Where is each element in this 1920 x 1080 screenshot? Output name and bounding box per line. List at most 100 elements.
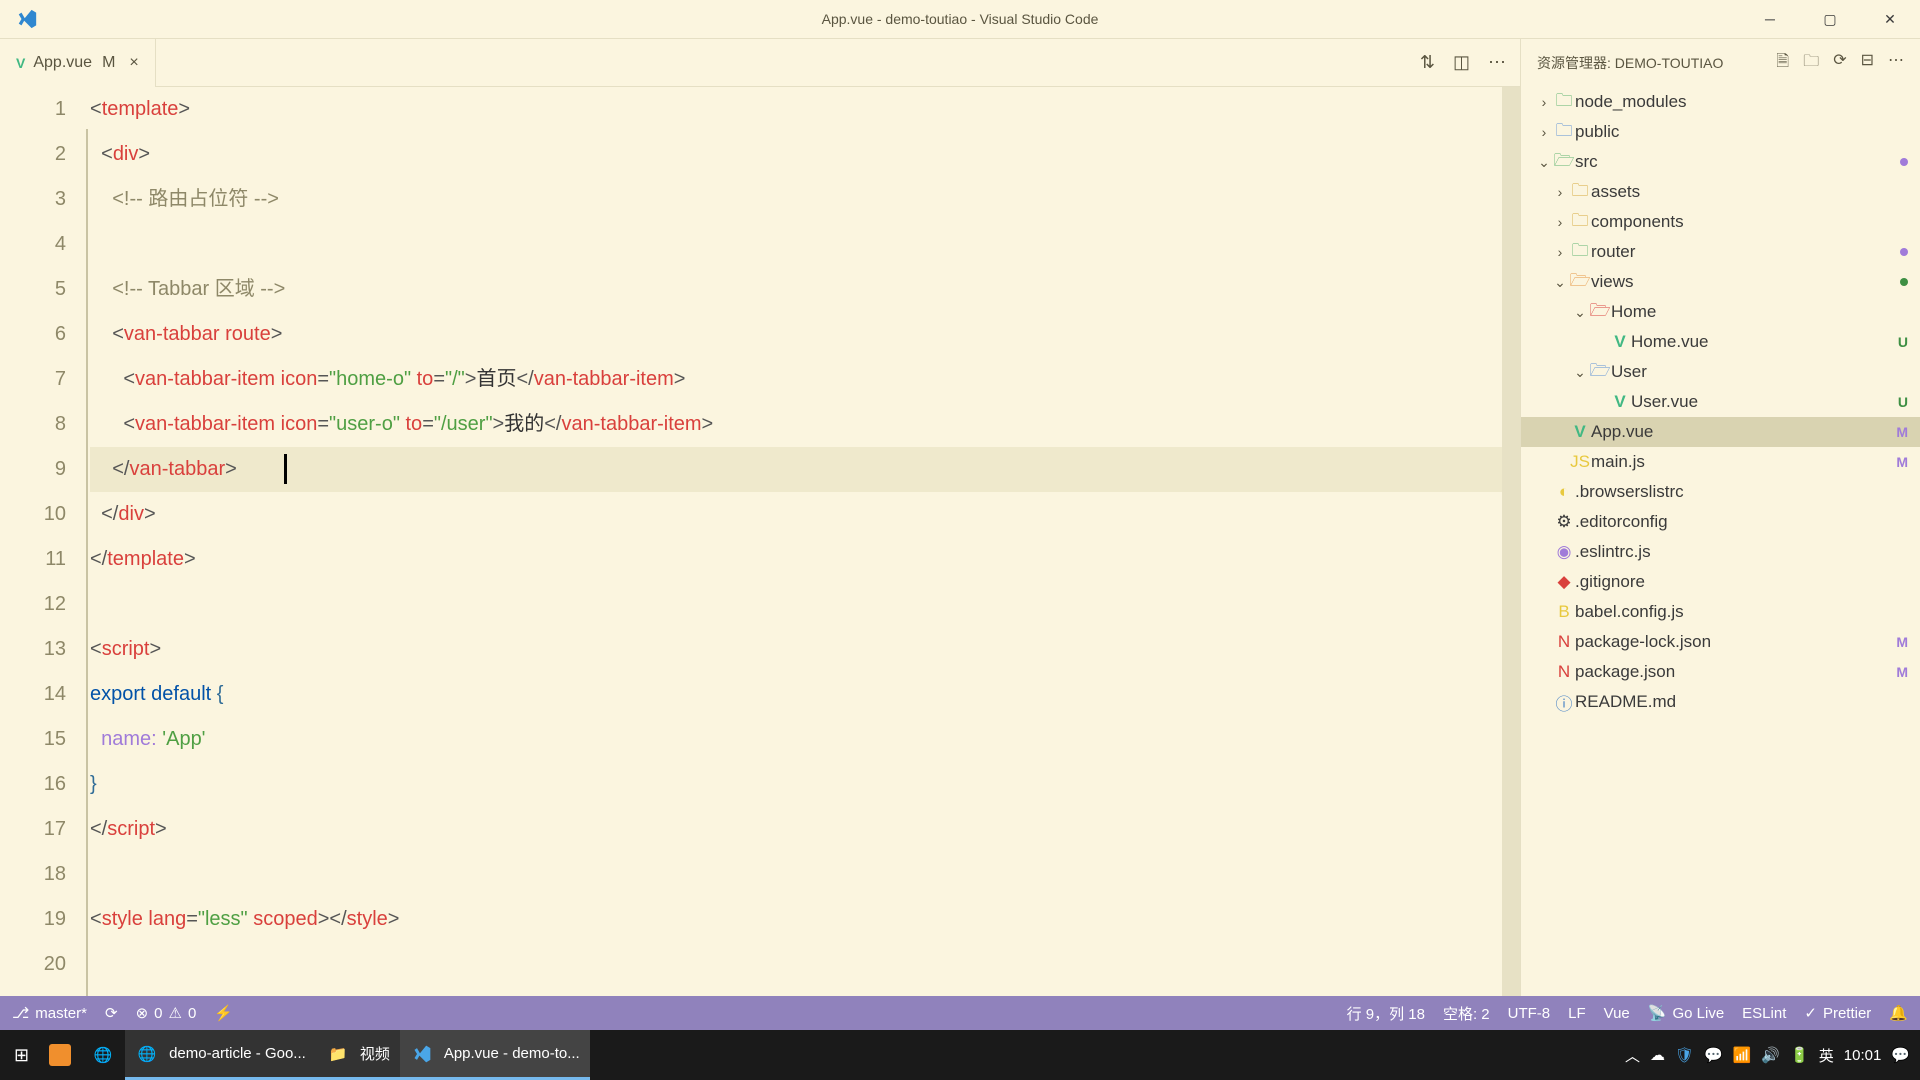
vue-file-icon: V: [1609, 332, 1631, 352]
debug-status[interactable]: ⚡: [214, 1004, 233, 1022]
config-file-icon: ◐: [1553, 482, 1575, 502]
tree-folder-components[interactable]: ›🗀components: [1521, 207, 1920, 237]
eslint-status[interactable]: ESLint: [1742, 1005, 1786, 1022]
tree-file-home-vue[interactable]: VHome.vueU: [1521, 327, 1920, 357]
taskbar-app-xdm[interactable]: [39, 1030, 81, 1080]
bell-icon: 🔔: [1889, 1004, 1908, 1022]
problems-status[interactable]: ⊗0 ⚠0: [136, 1004, 197, 1022]
tree-file-eslintrc[interactable]: ◉.eslintrc.js: [1521, 537, 1920, 567]
window-controls: ─ ▢ ✕: [1740, 0, 1920, 38]
tree-folder-home[interactable]: ⌄🗁Home: [1521, 297, 1920, 327]
editor-group: V App.vue M × ⇅ ◫ ⋯ 1 2 3 4 5 6 7 8: [0, 38, 1520, 996]
vue-file-icon: V: [1609, 392, 1631, 412]
tree-file-package-lock[interactable]: Npackage-lock.jsonM: [1521, 627, 1920, 657]
eol-status[interactable]: LF: [1568, 1005, 1586, 1022]
taskbar-window-explorer[interactable]: 📁视频: [316, 1030, 400, 1080]
indentation-status[interactable]: 空格: 2: [1443, 1003, 1490, 1024]
maximize-button[interactable]: ▢: [1800, 0, 1860, 38]
refresh-icon[interactable]: ⟳: [1833, 50, 1846, 77]
chevron-down-icon: ⌄: [1535, 154, 1553, 171]
start-button[interactable]: ⊞: [4, 1030, 39, 1080]
taskbar-window-vscode[interactable]: App.vue - demo-to...: [400, 1030, 590, 1080]
tray-network-icon[interactable]: 📶: [1733, 1046, 1752, 1064]
tree-file-browserslistrc[interactable]: ◐.browserslistrc: [1521, 477, 1920, 507]
git-dot-icon: [1900, 248, 1908, 256]
tree-file-user-vue[interactable]: VUser.vueU: [1521, 387, 1920, 417]
tree-folder-assets[interactable]: ›🗀assets: [1521, 177, 1920, 207]
prettier-status[interactable]: ✓Prettier: [1804, 1004, 1871, 1022]
tab-modified-badge: M: [102, 54, 115, 72]
git-badge: M: [1896, 634, 1908, 650]
tree-file-package-json[interactable]: Npackage.jsonM: [1521, 657, 1920, 687]
vertical-scrollbar[interactable]: [1502, 87, 1520, 996]
close-button[interactable]: ✕: [1860, 0, 1920, 38]
git-sync-status[interactable]: ⟳: [105, 1004, 118, 1022]
split-editor-icon[interactable]: ◫: [1453, 52, 1470, 73]
line-number: 4: [0, 222, 66, 267]
chevron-down-icon: ⌄: [1571, 364, 1589, 381]
git-badge: M: [1896, 664, 1908, 680]
cursor-position-status[interactable]: 行 9，列 18: [1347, 1003, 1425, 1024]
more-icon[interactable]: ⋯: [1888, 50, 1904, 77]
tree-folder-user[interactable]: ⌄🗁User: [1521, 357, 1920, 387]
tree-file-babel[interactable]: Bbabel.config.js: [1521, 597, 1920, 627]
tray-battery-icon[interactable]: 🔋: [1790, 1046, 1809, 1064]
tray-volume-icon[interactable]: 🔊: [1761, 1046, 1780, 1064]
tray-chevron-icon[interactable]: ︿: [1625, 1045, 1640, 1066]
tray-security-icon[interactable]: 🛡: [1675, 1046, 1694, 1064]
tab-close-icon[interactable]: ×: [129, 54, 138, 72]
folder-open-icon: 🗁: [1589, 298, 1611, 327]
npm-file-icon: N: [1553, 632, 1575, 652]
code-area[interactable]: <template> <div> <!-- 路由占位符 --> <!-- Tab…: [90, 87, 1520, 996]
tree-file-main-js[interactable]: JSmain.jsM: [1521, 447, 1920, 477]
git-badge: M: [1896, 424, 1908, 440]
line-number: 2: [0, 132, 66, 177]
tree-file-gitignore[interactable]: ◆.gitignore: [1521, 567, 1920, 597]
language-status[interactable]: Vue: [1604, 1005, 1630, 1022]
tray-action-center-icon[interactable]: 💬: [1891, 1046, 1910, 1064]
tray-onedrive-icon[interactable]: ☁: [1650, 1046, 1665, 1064]
collapse-all-icon[interactable]: ⊟: [1861, 50, 1874, 77]
tree-folder-public[interactable]: ›🗀public: [1521, 117, 1920, 147]
title-bar: App.vue - demo-toutiao - Visual Studio C…: [0, 0, 1920, 38]
folder-icon: 🗀: [1569, 208, 1591, 237]
compare-changes-icon[interactable]: ⇅: [1420, 52, 1435, 73]
system-tray: ︿ ☁ 🛡 💬 📶 🔊 🔋 英 10:01 💬: [1625, 1045, 1916, 1066]
tree-folder-src[interactable]: ⌄🗁src: [1521, 147, 1920, 177]
git-file-icon: ◆: [1553, 572, 1575, 592]
tree-folder-node-modules[interactable]: ›🗀node_modules: [1521, 87, 1920, 117]
minimize-button[interactable]: ─: [1740, 0, 1800, 38]
new-folder-icon[interactable]: 🗀: [1803, 50, 1819, 77]
notifications-status[interactable]: 🔔: [1889, 1004, 1908, 1022]
line-number: 10: [0, 492, 66, 537]
chevron-right-icon: ›: [1551, 244, 1569, 260]
tray-clock[interactable]: 10:01: [1844, 1047, 1882, 1064]
golive-status[interactable]: 📡Go Live: [1648, 1004, 1724, 1022]
folder-open-icon: 🗁: [1553, 148, 1575, 177]
tray-ime-indicator[interactable]: 英: [1819, 1045, 1834, 1066]
tree-file-editorconfig[interactable]: ⚙.editorconfig: [1521, 507, 1920, 537]
chevron-right-icon: ›: [1535, 94, 1553, 110]
line-number: 15: [0, 717, 66, 762]
tree-folder-router[interactable]: ›🗀router: [1521, 237, 1920, 267]
new-file-icon[interactable]: 🗎: [1776, 50, 1789, 77]
tree-file-app-vue[interactable]: VApp.vueM: [1521, 417, 1920, 447]
tab-app-vue[interactable]: V App.vue M ×: [0, 39, 156, 87]
tree-folder-views[interactable]: ⌄🗁views: [1521, 267, 1920, 297]
encoding-status[interactable]: UTF-8: [1508, 1005, 1551, 1022]
main-area: V App.vue M × ⇅ ◫ ⋯ 1 2 3 4 5 6 7 8: [0, 38, 1920, 996]
broadcast-icon: 📡: [1648, 1004, 1667, 1022]
tree-file-readme[interactable]: ⓘREADME.md: [1521, 687, 1920, 717]
taskbar-window-chrome[interactable]: 🌐demo-article - Goo...: [125, 1030, 316, 1080]
git-branch-status[interactable]: ⎇master*: [12, 1004, 87, 1022]
chevron-right-icon: ›: [1551, 214, 1569, 230]
taskbar-app-chrome[interactable]: 🌐: [81, 1030, 125, 1080]
code-editor[interactable]: 1 2 3 4 5 6 7 8 9 10 11 12 13 14 15 16 1…: [0, 87, 1520, 996]
line-number: 17: [0, 807, 66, 852]
more-actions-icon[interactable]: ⋯: [1488, 52, 1506, 73]
npm-file-icon: N: [1553, 662, 1575, 682]
line-number: 18: [0, 852, 66, 897]
line-number: 16: [0, 762, 66, 807]
tray-wechat-icon[interactable]: 💬: [1704, 1046, 1723, 1064]
lightning-icon: ⚡: [214, 1004, 233, 1022]
